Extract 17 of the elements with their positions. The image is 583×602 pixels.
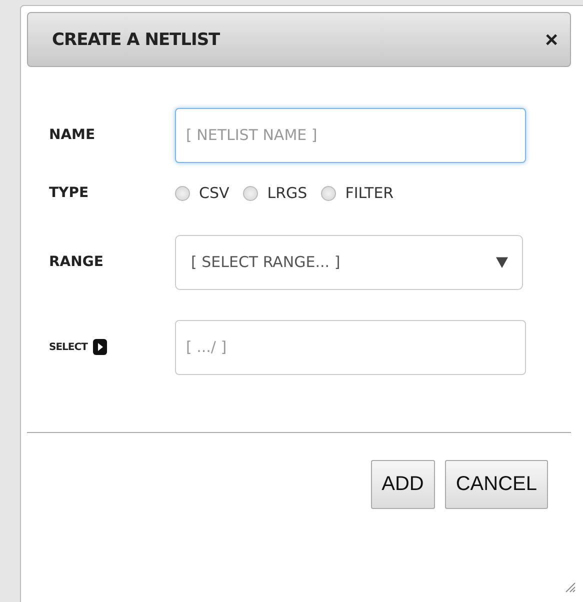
- radio-option[interactable]: FILTER: [321, 184, 394, 202]
- close-button[interactable]: ×: [543, 26, 560, 52]
- name-input-field[interactable]: [ NETLIST NAME ]: [175, 108, 526, 162]
- radio-option[interactable]: LRGS: [243, 184, 308, 202]
- field-label: TYPE: [49, 185, 90, 201]
- field-label: RANGE: [49, 254, 104, 270]
- radio-option[interactable]: CSV: [175, 184, 230, 202]
- path-input-field[interactable]: [ .../ ]: [175, 320, 526, 374]
- field-label: SELECT: [49, 342, 88, 352]
- dialog-button[interactable]: CANCEL: [444, 460, 548, 509]
- arrow-right-icon[interactable]: [93, 339, 108, 355]
- range-dropdown[interactable]: [ SELECT RANGE... ]: [175, 234, 523, 290]
- dialog-title: CREATE A NETLIST: [52, 30, 220, 50]
- resize-grip-icon[interactable]: [564, 581, 576, 593]
- dialog-button[interactable]: ADD: [370, 460, 435, 509]
- field-label: NAME: [49, 127, 96, 143]
- caret-icon: [496, 256, 508, 268]
